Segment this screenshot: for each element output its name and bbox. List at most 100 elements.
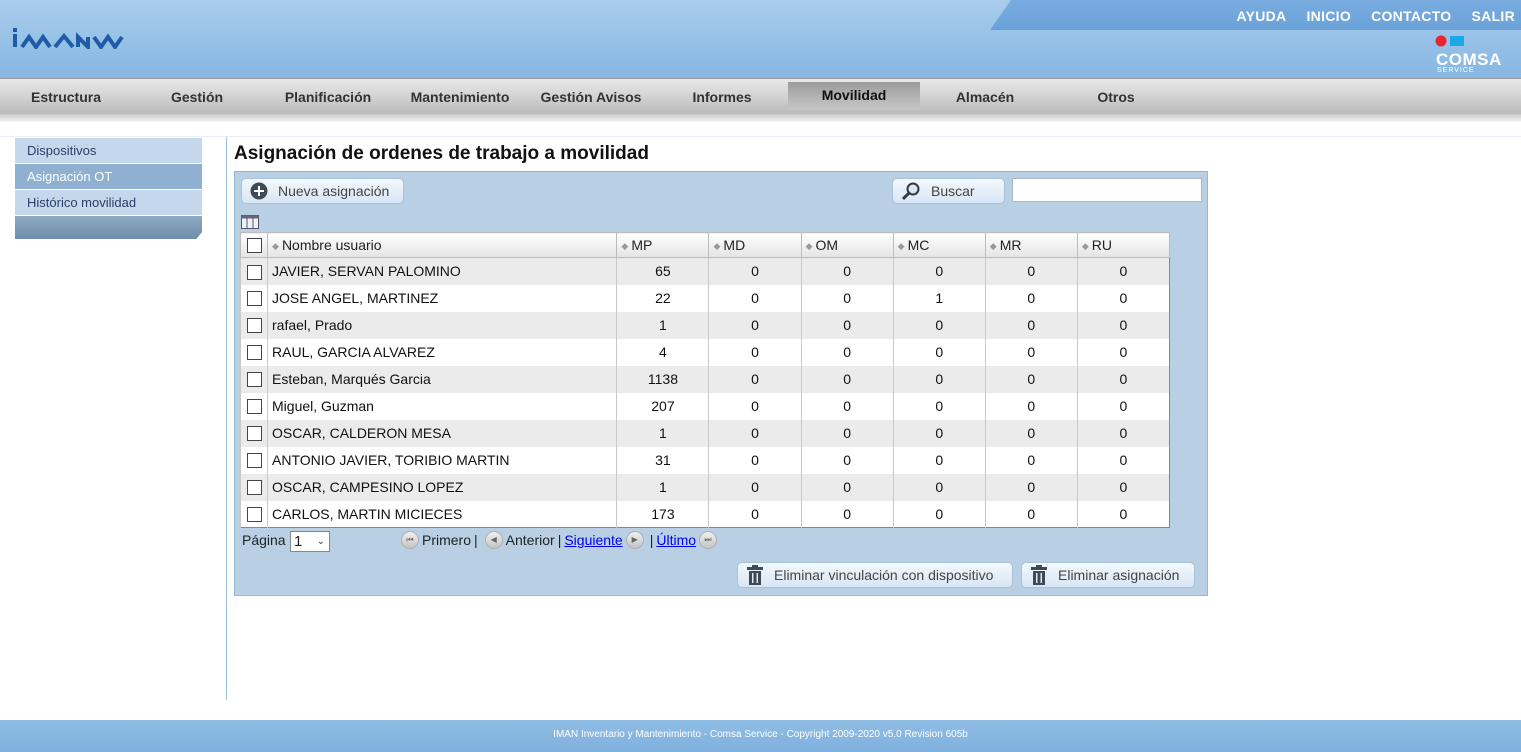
assignment-table: ◆ Nombre usuario ◆ MP ◆ MD ◆ OM ◆ MC ◆ MR ◆ RU … [239, 232, 1171, 528]
cell-nombre: JOSE ANGEL, MARTINEZ [267, 284, 617, 312]
cell-ru: 0 [1076, 500, 1170, 528]
select-all-checkbox[interactable] [246, 238, 262, 254]
col-ru[interactable]: ◆ RU [1076, 232, 1171, 258]
next-page-icon[interactable]: ▶ [625, 531, 644, 549]
col-om[interactable]: ◆ OM [800, 232, 894, 258]
col-label: MR [999, 237, 1022, 253]
table-row[interactable]: Miguel, Guzman 207 0 0 0 0 0 [239, 392, 1170, 420]
sort-icon: ◆ [1081, 241, 1089, 251]
cell-om: 0 [800, 257, 894, 285]
row-checkbox[interactable] [246, 345, 262, 361]
columns-chooser-icon[interactable] [241, 215, 259, 229]
main-nav: Estructura Gestión Planificación Manteni… [0, 78, 1521, 114]
nav-gestion-avisos[interactable]: Gestión Avisos [531, 79, 651, 115]
sidebar-item-dispositivos[interactable]: Dispositivos [15, 138, 202, 164]
cell-ru: 0 [1076, 284, 1170, 312]
row-select-cell [239, 284, 268, 312]
cell-om: 0 [800, 392, 894, 420]
search-button[interactable]: Buscar [892, 178, 1005, 204]
row-checkbox[interactable] [246, 264, 262, 280]
table-row[interactable]: Esteban, Marqués Garcia 1138 0 0 0 0 0 [239, 365, 1170, 393]
page-select[interactable]: 1 ⌄ [290, 531, 330, 552]
row-checkbox[interactable] [246, 426, 262, 442]
sort-icon: ◆ [713, 241, 721, 251]
cell-mc: 0 [892, 338, 986, 366]
row-checkbox[interactable] [246, 399, 262, 415]
chevron-down-icon: ⌄ [316, 536, 325, 547]
contact-link[interactable]: CONTACTO [1371, 8, 1451, 24]
nav-almacen[interactable]: Almacén [933, 79, 1037, 115]
cell-mp: 65 [616, 257, 709, 285]
row-checkbox[interactable] [246, 507, 262, 523]
row-checkbox[interactable] [246, 372, 262, 388]
nav-shadow [0, 114, 1521, 122]
table-row[interactable]: JAVIER, SERVAN PALOMINO 65 0 0 0 0 0 [239, 257, 1170, 285]
table-row[interactable]: JOSE ANGEL, MARTINEZ 22 0 0 1 0 0 [239, 284, 1170, 312]
page-select-value: 1 [294, 533, 303, 550]
cell-mc: 0 [892, 392, 986, 420]
home-link[interactable]: INICIO [1306, 8, 1351, 24]
cell-mc: 0 [892, 500, 986, 528]
row-checkbox[interactable] [246, 291, 262, 307]
first-page-icon: ⏮ [401, 531, 419, 549]
row-checkbox[interactable] [246, 453, 262, 469]
table-row[interactable]: OSCAR, CALDERON MESA 1 0 0 0 0 0 [239, 419, 1170, 447]
cell-mp: 1 [616, 311, 709, 339]
cell-om: 0 [800, 419, 894, 447]
row-checkbox[interactable] [246, 318, 262, 334]
col-mr[interactable]: ◆ MR [984, 232, 1078, 258]
delete-assignment-button[interactable]: Eliminar asignación [1021, 562, 1195, 588]
iman-logo[interactable] [12, 27, 124, 49]
row-checkbox[interactable] [246, 480, 262, 496]
search-input[interactable] [1012, 178, 1202, 202]
cell-mr: 0 [984, 365, 1078, 393]
new-assignment-button[interactable]: Nueva asignación [241, 178, 404, 204]
last-page-link[interactable]: Último [656, 532, 696, 548]
nav-otros[interactable]: Otros [1064, 79, 1168, 115]
row-select-cell [239, 419, 268, 447]
row-select-cell [239, 365, 268, 393]
nav-planificacion[interactable]: Planificación [276, 79, 380, 115]
help-link[interactable]: AYUDA [1236, 8, 1286, 24]
cell-mc: 0 [892, 311, 986, 339]
table-row[interactable]: rafael, Prado 1 0 0 0 0 0 [239, 311, 1170, 339]
table-row[interactable]: RAUL, GARCIA ALVAREZ 4 0 0 0 0 0 [239, 338, 1170, 366]
next-page-link[interactable]: Siguiente [564, 532, 622, 548]
col-mc[interactable]: ◆ MC [892, 232, 986, 258]
search-label: Buscar [931, 183, 975, 199]
col-label: Nombre usuario [281, 237, 382, 253]
cell-om: 0 [800, 311, 894, 339]
nav-gestion[interactable]: Gestión [145, 79, 249, 115]
comsa-brand-sub: SERVICE [1437, 67, 1475, 74]
cell-om: 0 [800, 446, 894, 474]
sidebar-item-asignacion-ot[interactable]: Asignación OT [15, 164, 202, 190]
cell-ru: 0 [1076, 473, 1170, 501]
col-mp[interactable]: ◆ MP [616, 232, 710, 258]
sidebar-footer [15, 216, 202, 239]
cell-md: 0 [708, 500, 802, 528]
sidebar: Dispositivos Asignación OT Histórico mov… [15, 138, 202, 239]
cell-nombre: JAVIER, SERVAN PALOMINO [267, 257, 617, 285]
unlink-device-label: Eliminar vinculación con dispositivo [774, 567, 994, 583]
cell-md: 0 [708, 365, 802, 393]
table-row[interactable]: CARLOS, MARTIN MICIECES 173 0 0 0 0 0 [239, 500, 1170, 528]
table-row[interactable]: OSCAR, CAMPESINO LOPEZ 1 0 0 0 0 0 [239, 473, 1170, 501]
cell-md: 0 [708, 284, 802, 312]
last-page-icon[interactable]: ⏭ [699, 531, 718, 549]
logout-link[interactable]: SALIR [1472, 8, 1516, 24]
delete-assignment-label: Eliminar asignación [1058, 567, 1180, 583]
table-row[interactable]: ANTONIO JAVIER, TORIBIO MARTIN 31 0 0 0 … [239, 446, 1170, 474]
pagination-links: ⏮ Primero | ◀ Anterior | Siguiente ▶ | Ú… [401, 531, 718, 549]
trash-icon [747, 565, 763, 585]
cell-nombre: Esteban, Marqués Garcia [267, 365, 617, 393]
nav-movilidad[interactable]: Movilidad [788, 82, 920, 110]
sidebar-item-historico-movilidad[interactable]: Histórico movilidad [15, 190, 202, 216]
col-nombre-usuario[interactable]: ◆ Nombre usuario [267, 232, 618, 258]
unlink-device-button[interactable]: Eliminar vinculación con dispositivo [737, 562, 1013, 588]
cell-ru: 0 [1076, 311, 1170, 339]
nav-mantenimiento[interactable]: Mantenimiento [400, 79, 520, 115]
col-md[interactable]: ◆ MD [708, 232, 802, 258]
row-select-cell [239, 473, 268, 501]
nav-informes[interactable]: Informes [670, 79, 774, 115]
nav-estructura[interactable]: Estructura [14, 79, 118, 115]
